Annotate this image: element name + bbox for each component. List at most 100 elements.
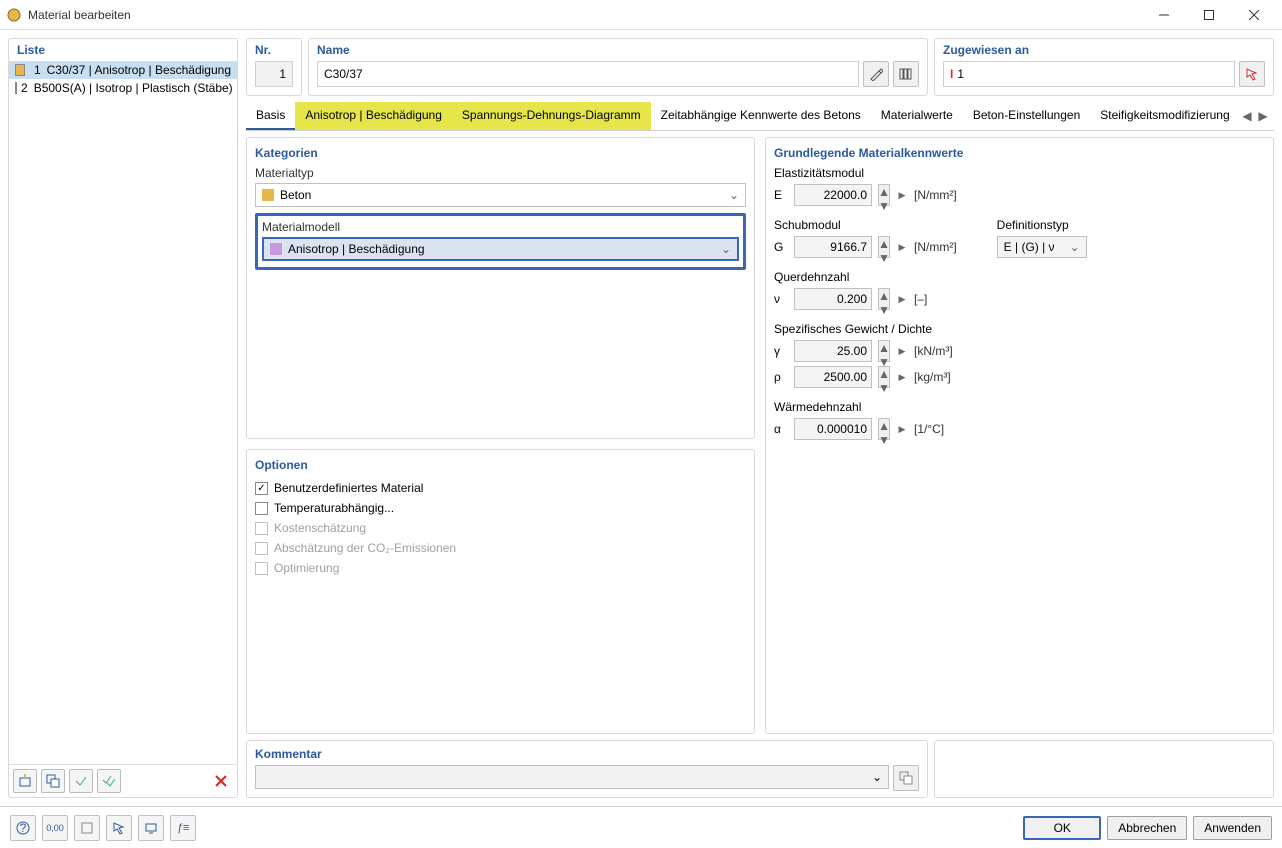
option-label: Optimierung (274, 561, 339, 575)
nr-input[interactable]: 1 (255, 61, 293, 87)
rho-goto[interactable]: ▶ (896, 366, 908, 388)
edit-name-button[interactable] (863, 61, 889, 87)
chevron-down-icon: ⌄ (721, 242, 731, 256)
definitiontype-label: Definitionstyp (997, 218, 1087, 232)
comment-copy-button[interactable] (893, 765, 919, 791)
list-item[interactable]: 2 B500S(A) | Isotrop | Plastisch (Stäbe) (9, 79, 237, 97)
library-button[interactable] (893, 61, 919, 87)
check-all-button[interactable] (97, 769, 121, 793)
nu-label: Querdehnzahl (774, 270, 1265, 284)
checkbox[interactable] (255, 502, 268, 515)
nr-field-group: Nr. 1 (246, 38, 302, 96)
e-goto[interactable]: ▶ (896, 184, 908, 206)
display-button[interactable] (138, 815, 164, 841)
tabs-scroll-left[interactable]: ◀ (1240, 109, 1254, 123)
rho-spinner[interactable]: ▲▼ (878, 366, 890, 388)
new-item-button[interactable] (13, 769, 37, 793)
option-row[interactable]: Temperaturabhängig... (255, 498, 746, 518)
checkbox (255, 542, 268, 555)
help-button[interactable]: ? (10, 815, 36, 841)
materialmodel-dropdown[interactable]: Anisotrop | Beschädigung ⌄ (262, 237, 739, 261)
checkbox (255, 522, 268, 535)
nu-input[interactable]: 0.200 (794, 288, 872, 310)
gamma-goto[interactable]: ▶ (896, 340, 908, 362)
cancel-button[interactable]: Abbrechen (1107, 816, 1187, 840)
minimize-button[interactable] (1141, 1, 1186, 29)
app-icon (6, 7, 22, 23)
maximize-button[interactable] (1186, 1, 1231, 29)
tab-basis[interactable]: Basis (246, 102, 295, 130)
tabs-scroll-right[interactable]: ▶ (1256, 109, 1270, 123)
rho-input[interactable]: 2500.00 (794, 366, 872, 388)
nu-unit: [–] (914, 292, 927, 306)
checkbox[interactable]: ✓ (255, 482, 268, 495)
g-goto[interactable]: ▶ (896, 236, 908, 258)
delete-button[interactable] (209, 769, 233, 793)
svg-text:?: ? (20, 821, 27, 835)
chevron-down-icon: ⌄ (729, 188, 739, 202)
nu-symbol: ν (774, 292, 788, 306)
materialtype-value: Beton (280, 188, 311, 202)
materialmodel-label: Materialmodell (262, 220, 739, 234)
chevron-down-icon: ⌄ (872, 770, 882, 784)
color-swatch (270, 243, 282, 255)
categories-header: Kategorien (255, 146, 746, 160)
option-label: Kostenschätzung (274, 521, 366, 535)
tab-materialwerte[interactable]: Materialwerte (871, 102, 963, 130)
g-spinner[interactable]: ▲▼ (878, 236, 890, 258)
options-panel: Optionen ✓Benutzerdefiniertes MaterialTe… (246, 449, 755, 734)
pick-assigned-button[interactable] (1239, 61, 1265, 87)
list-header: Liste (9, 39, 237, 61)
color-swatch (15, 82, 17, 94)
alpha-input[interactable]: 0.000010 (794, 418, 872, 440)
alpha-label: Wärmedehnzahl (774, 400, 1265, 414)
nu-spinner[interactable]: ▲▼ (878, 288, 890, 310)
tab-steifigkeitsmodifizierung[interactable]: Steifigkeitsmodifizierung (1090, 102, 1236, 130)
g-input[interactable]: 9166.7 (794, 236, 872, 258)
function-button[interactable]: ƒ≡ (170, 815, 196, 841)
units-button[interactable]: 0,00 (42, 815, 68, 841)
properties-header: Grundlegende Materialkennwerte (774, 146, 1265, 160)
option-row: Kostenschätzung (255, 518, 746, 538)
e-spinner[interactable]: ▲▼ (878, 184, 890, 206)
name-label: Name (317, 43, 919, 57)
list-item[interactable]: 1 C30/37 | Anisotrop | Beschädigung (9, 61, 237, 79)
comment-dropdown[interactable]: ⌄ (255, 765, 889, 789)
name-input[interactable]: C30/37 (317, 61, 859, 87)
material-list: 1 C30/37 | Anisotrop | Beschädigung 2 B5… (9, 61, 237, 764)
gamma-spinner[interactable]: ▲▼ (878, 340, 890, 362)
alpha-unit: [1/°C] (914, 422, 944, 436)
ok-button[interactable]: OK (1023, 816, 1101, 840)
copy-item-button[interactable] (41, 769, 65, 793)
e-input[interactable]: 22000.0 (794, 184, 872, 206)
tab-anisotrop-besch-digung[interactable]: Anisotrop | Beschädigung (295, 102, 452, 130)
gamma-input[interactable]: 25.00 (794, 340, 872, 362)
gamma-unit: [kN/m³] (914, 344, 953, 358)
materialmodel-value: Anisotrop | Beschädigung (288, 242, 425, 256)
option-row: Abschätzung der CO₂-Emissionen (255, 538, 746, 558)
select-button[interactable] (106, 815, 132, 841)
option-row: Optimierung (255, 558, 746, 578)
alpha-goto[interactable]: ▶ (896, 418, 908, 440)
option-row[interactable]: ✓Benutzerdefiniertes Material (255, 478, 746, 498)
alpha-symbol: α (774, 422, 788, 436)
apply-button[interactable]: Anwenden (1193, 816, 1272, 840)
tab-beton-einstellungen[interactable]: Beton-Einstellungen (963, 102, 1090, 130)
g-symbol: G (774, 240, 788, 254)
check-button[interactable] (69, 769, 93, 793)
alpha-spinner[interactable]: ▲▼ (878, 418, 890, 440)
materialtype-dropdown[interactable]: Beton ⌄ (255, 183, 746, 207)
weight-label: Spezifisches Gewicht / Dichte (774, 322, 1265, 336)
nu-goto[interactable]: ▶ (896, 288, 908, 310)
assigned-label: Zugewiesen an (943, 43, 1265, 57)
view-button[interactable] (74, 815, 100, 841)
list-item-num: 1 (29, 63, 40, 77)
tab-spannungs-dehnungs-diagramm[interactable]: Spannungs-Dehnungs-Diagramm (452, 102, 651, 130)
tab-zeitabh-ngige-kennwerte-des-betons[interactable]: Zeitabhängige Kennwerte des Betons (651, 102, 871, 130)
definitiontype-dropdown[interactable]: E | (G) | ν ⌄ (997, 236, 1087, 258)
name-field-group: Name C30/37 (308, 38, 928, 96)
assigned-input[interactable]: I1 (943, 61, 1235, 87)
rho-symbol: ρ (774, 370, 788, 384)
materialtype-label: Materialtyp (255, 166, 746, 180)
close-button[interactable] (1231, 1, 1276, 29)
